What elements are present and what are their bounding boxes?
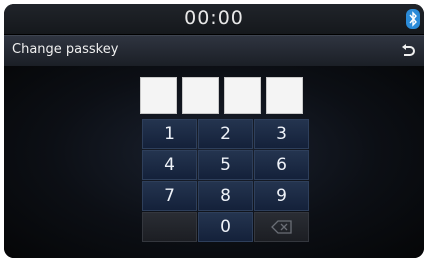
backspace-icon (270, 220, 292, 234)
passkey-digit-1 (140, 77, 177, 114)
screen: 00:00 Change passkey 1 2 3 4 5 6 7 8 9 0 (4, 4, 424, 258)
key-9[interactable]: 9 (254, 181, 309, 211)
page-title: Change passkey (12, 42, 119, 57)
key-3[interactable]: 3 (254, 119, 309, 149)
passkey-digit-3 (224, 77, 261, 114)
back-button[interactable] (396, 39, 420, 63)
key-0[interactable]: 0 (198, 212, 253, 242)
clock: 00:00 (184, 7, 244, 29)
key-2[interactable]: 2 (198, 119, 253, 149)
status-bar: 00:00 (4, 4, 424, 34)
key-1[interactable]: 1 (142, 119, 197, 149)
key-6[interactable]: 6 (254, 150, 309, 180)
key-5[interactable]: 5 (198, 150, 253, 180)
passkey-digit-2 (182, 77, 219, 114)
key-8[interactable]: 8 (198, 181, 253, 211)
key-7[interactable]: 7 (142, 181, 197, 211)
key-blank (142, 212, 197, 242)
back-arrow-icon (402, 44, 415, 56)
passkey-digit-4 (266, 77, 303, 114)
delete-button[interactable] (254, 212, 309, 242)
title-bar: Change passkey (4, 35, 424, 67)
bluetooth-icon (404, 8, 422, 30)
key-4[interactable]: 4 (142, 150, 197, 180)
keypad-area: 1 2 3 4 5 6 7 8 9 0 (4, 66, 424, 258)
